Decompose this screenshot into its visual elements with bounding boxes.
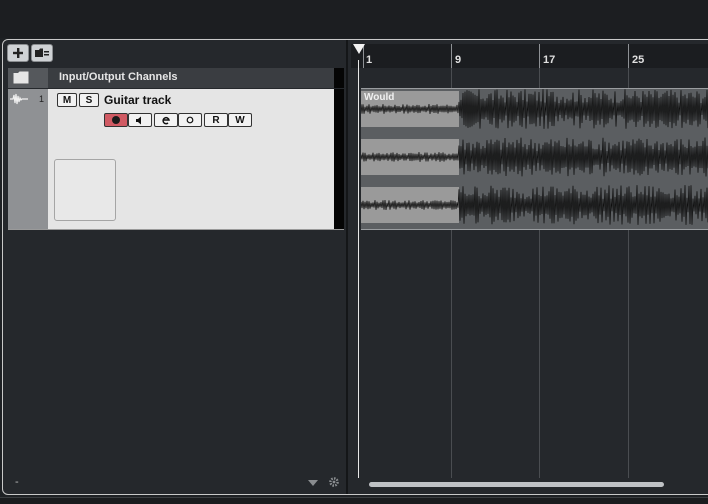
dropdown-arrow-icon[interactable]	[308, 480, 318, 486]
record-icon	[112, 116, 120, 124]
folder-icon	[13, 71, 29, 84]
ruler-line	[451, 44, 452, 68]
mute-button-label: M	[62, 94, 72, 106]
track-list-toolbar	[7, 44, 53, 64]
audio-event[interactable]: Would	[361, 88, 708, 230]
audio-event-waveform	[361, 89, 708, 225]
ruler-line	[628, 44, 629, 68]
audio-waveform-icon	[10, 93, 28, 105]
folder-add-icon	[35, 48, 49, 57]
record-enable-button[interactable]	[104, 113, 128, 127]
horizontal-scrollbar-thumb[interactable]	[369, 482, 664, 487]
panel-splitter[interactable]	[346, 40, 348, 494]
edit-channel-button[interactable]	[154, 113, 178, 127]
track-picture-box[interactable]	[54, 159, 116, 221]
timeline-ruler[interactable]: 1 9 17 25	[351, 44, 708, 68]
ruler-bar-label: 9	[455, 54, 462, 66]
gear-icon[interactable]	[328, 476, 340, 488]
track-type-column: 1	[8, 89, 48, 229]
project-cursor-handle-icon[interactable]	[353, 44, 365, 54]
ruler-bar-label: 25	[632, 54, 645, 66]
add-track-button[interactable]	[7, 44, 29, 62]
track-row[interactable]: 1 M S Guitar track R W	[8, 89, 344, 230]
add-folder-button[interactable]	[31, 44, 53, 62]
ruler-bar-label: 17	[543, 54, 556, 66]
io-channels-label: Input/Output Channels	[59, 71, 178, 83]
write-button-label: W	[235, 114, 245, 126]
top-bar	[0, 0, 708, 38]
solo-button[interactable]: S	[79, 93, 99, 107]
ruler-bar-label: 1	[366, 54, 373, 66]
read-automation-button[interactable]: R	[204, 113, 228, 127]
mute-button[interactable]: M	[57, 93, 77, 107]
project-cursor-line	[358, 60, 359, 478]
track-list-footer-text: -	[15, 476, 19, 488]
project-window: Input/Output Channels 1 M S Guitar track	[2, 39, 708, 495]
io-channels-row[interactable]: Input/Output Channels	[8, 68, 344, 88]
audio-event-name: Would	[364, 92, 395, 103]
monitor-button[interactable]	[128, 113, 152, 127]
insert-bypass-button[interactable]	[178, 113, 202, 127]
track-color-strip	[334, 89, 344, 229]
track-number: 1	[39, 94, 45, 104]
speaker-icon	[136, 116, 141, 124]
edit-e-icon	[162, 116, 170, 125]
event-display[interactable]: Would	[351, 68, 708, 478]
solo-button-label: S	[85, 94, 93, 106]
plus-icon	[13, 48, 23, 58]
circle-icon	[186, 116, 194, 124]
ruler-line	[539, 44, 540, 68]
read-button-label: R	[212, 114, 220, 126]
io-channels-icon-cell	[8, 68, 48, 88]
track-name[interactable]: Guitar track	[104, 93, 171, 107]
io-channels-color-strip	[334, 68, 344, 88]
write-automation-button[interactable]: W	[228, 113, 252, 127]
horizontal-scrollbar[interactable]	[363, 482, 708, 488]
